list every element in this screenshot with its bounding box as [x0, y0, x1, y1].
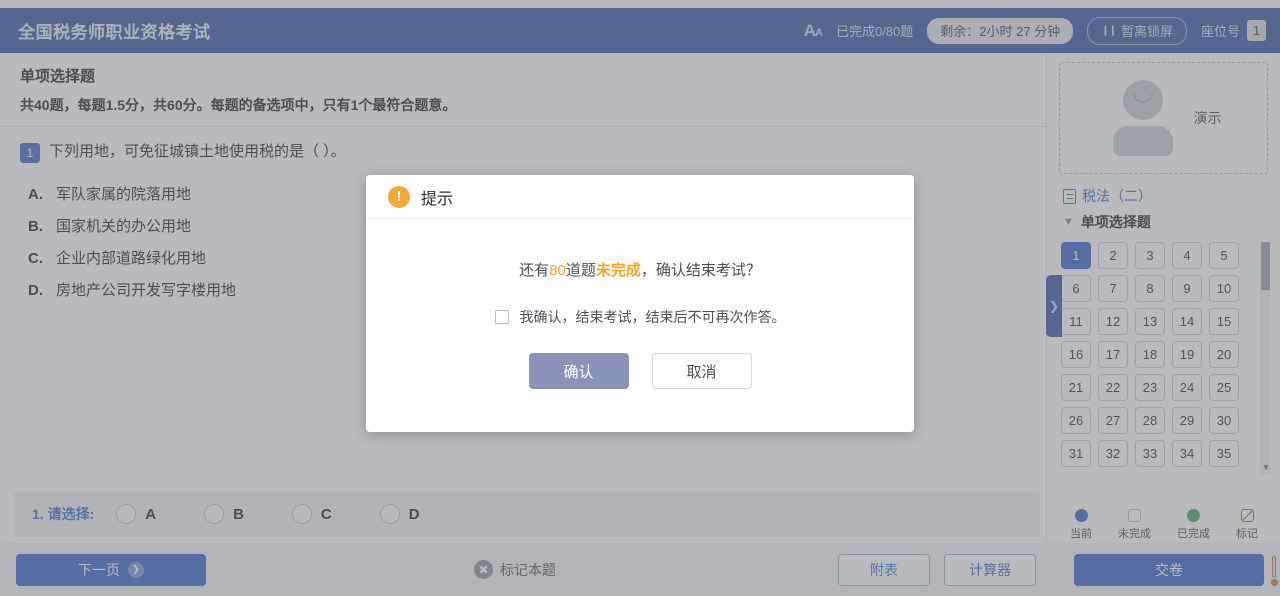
confirm-checkbox[interactable] — [494, 310, 509, 324]
message-prefix: 还有 — [519, 262, 550, 279]
message-middle: 道题 — [565, 262, 596, 279]
dialog-cancel-label: 取消 — [686, 363, 717, 381]
message-status: 未完成 — [595, 262, 641, 279]
dialog-actions: 确认 取消 — [366, 353, 914, 389]
dialog-message: 还有80道题未完成，确认结束考试？ — [366, 259, 914, 280]
confirm-submit-dialog: ! 提示 还有80道题未完成，确认结束考试？ 我确认，结束考试，结束后不可再次作… — [366, 175, 914, 432]
dialog-confirm-checkbox-row[interactable]: 我确认，结束考试，结束后不可再次作答。 — [366, 307, 914, 327]
dialog-header: ! 提示 — [366, 175, 914, 219]
message-suffix: ，确认结束考试？ — [640, 262, 761, 279]
message-count: 80 — [549, 262, 566, 279]
dialog-confirm-label: 确认 — [563, 363, 594, 381]
confirm-checkbox-label: 我确认，结束考试，结束后不可再次作答。 — [519, 309, 786, 325]
dialog-confirm-button[interactable]: 确认 — [528, 353, 629, 389]
exam-page: 全国税务师职业资格考试 AA 已完成0/80题 剩余：2小时 27 分钟 ❙❙ … — [0, 0, 1280, 596]
warning-icon: ! — [388, 185, 410, 208]
dialog-cancel-button[interactable]: 取消 — [651, 353, 752, 389]
dialog-title: 提示 — [421, 190, 454, 208]
